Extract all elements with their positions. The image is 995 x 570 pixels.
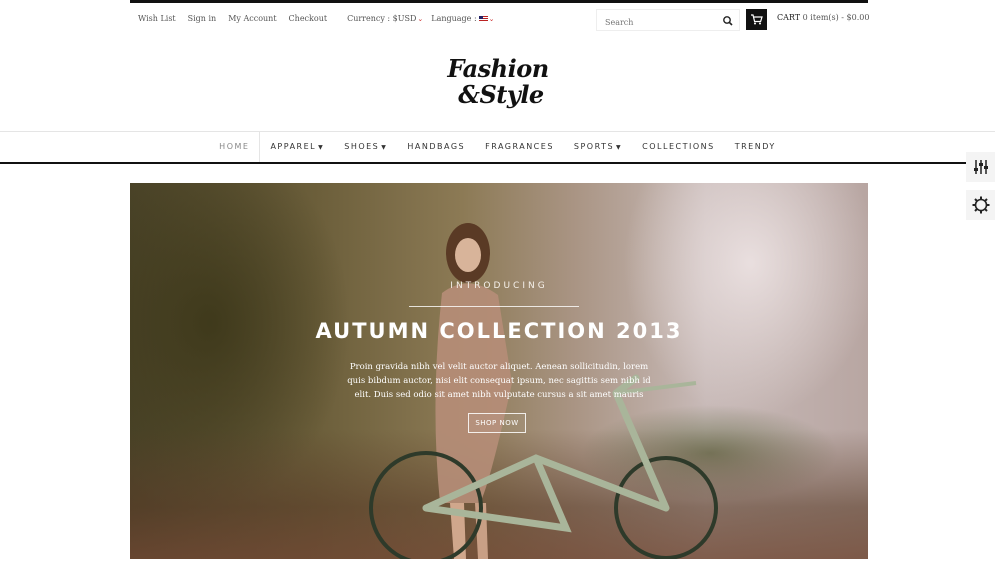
caret-down-icon: ▼ — [318, 144, 325, 151]
cart-icon — [751, 14, 763, 25]
search-input[interactable] — [597, 12, 717, 33]
wishlist-link[interactable]: Wish List — [138, 14, 176, 23]
logo-line-2: &Style — [458, 80, 544, 109]
caret-down-icon: ▼ — [616, 144, 623, 151]
settings-button[interactable] — [966, 190, 995, 220]
chevron-down-icon: ⌄ — [488, 15, 495, 23]
currency-selector[interactable]: Currency : $USD⌄ — [347, 14, 423, 23]
nav-item-label: APPAREL — [270, 142, 317, 151]
nav-item-label: FRAGRANCES — [485, 142, 554, 151]
nav-item-shoes[interactable]: SHOES ▼ — [334, 132, 397, 162]
language-label: Language : — [431, 14, 477, 23]
hero-kicker: INTRODUCING — [450, 281, 548, 291]
checkout-link[interactable]: Checkout — [289, 14, 328, 23]
nav-item-trendy[interactable]: TRENDY — [725, 132, 786, 162]
hero-description: Proin gravida nibh vel velit auctor aliq… — [347, 362, 651, 400]
nav-item-home[interactable]: HOME — [209, 132, 261, 162]
site-logo[interactable]: Fashion &Style — [442, 56, 554, 122]
caret-down-icon: ▼ — [381, 144, 388, 151]
nav-item-handbags[interactable]: HANDBAGS — [397, 132, 475, 162]
cart-label: CART — [777, 13, 801, 22]
hero-slider[interactable]: INTRODUCING AUTUMN COLLECTION 2013 Proin… — [130, 183, 868, 559]
cart-button[interactable] — [746, 9, 767, 30]
nav-item-label: SPORTS — [573, 142, 615, 151]
language-selector[interactable]: Language : ⌄ — [431, 14, 494, 23]
nav-bottom-divider — [0, 162, 995, 164]
logo-line-1: Fashion — [447, 54, 549, 83]
us-flag-icon — [478, 16, 488, 22]
account-links: Wish List Sign in My Account Checkout Cu… — [138, 14, 503, 23]
sliders-icon — [973, 160, 988, 174]
nav-item-sports[interactable]: SPORTS ▼ — [564, 132, 632, 162]
nav-item-label: SHOES — [344, 142, 380, 151]
search-icon[interactable] — [721, 13, 735, 27]
style-switcher-button[interactable] — [966, 152, 995, 182]
gear-icon — [972, 196, 989, 214]
nav-item-fragrances[interactable]: FRAGRANCES — [475, 132, 564, 162]
nav-item-label: TRENDY — [734, 142, 776, 151]
nav-item-collections[interactable]: COLLECTIONS — [632, 132, 725, 162]
chevron-down-icon: ⌄ — [417, 15, 424, 23]
currency-label: Currency : $USD — [347, 14, 417, 23]
shop-now-button[interactable]: SHOP NOW — [468, 413, 526, 433]
search-box — [596, 9, 740, 33]
my-account-link[interactable]: My Account — [228, 14, 276, 23]
sign-in-link[interactable]: Sign in — [188, 14, 217, 23]
cart-summary[interactable]: CART 0 item(s) - $0.00 — [777, 13, 869, 22]
cart-items: 0 item(s) - $0.00 — [802, 13, 870, 22]
main-nav: HOME APPAREL ▼ SHOES ▼ HANDBAGS FRAGRANCES… — [0, 132, 995, 162]
hero-title: AUTUMN COLLECTION 2013 — [315, 319, 683, 343]
nav-item-label: HOME — [219, 142, 250, 151]
nav-item-label: HANDBAGS — [407, 142, 466, 151]
hero-divider — [409, 306, 579, 307]
nav-item-apparel[interactable]: APPAREL ▼ — [260, 132, 334, 162]
top-bar: Wish List Sign in My Account Checkout Cu… — [130, 3, 869, 35]
nav-item-label: COLLECTIONS — [642, 142, 715, 151]
